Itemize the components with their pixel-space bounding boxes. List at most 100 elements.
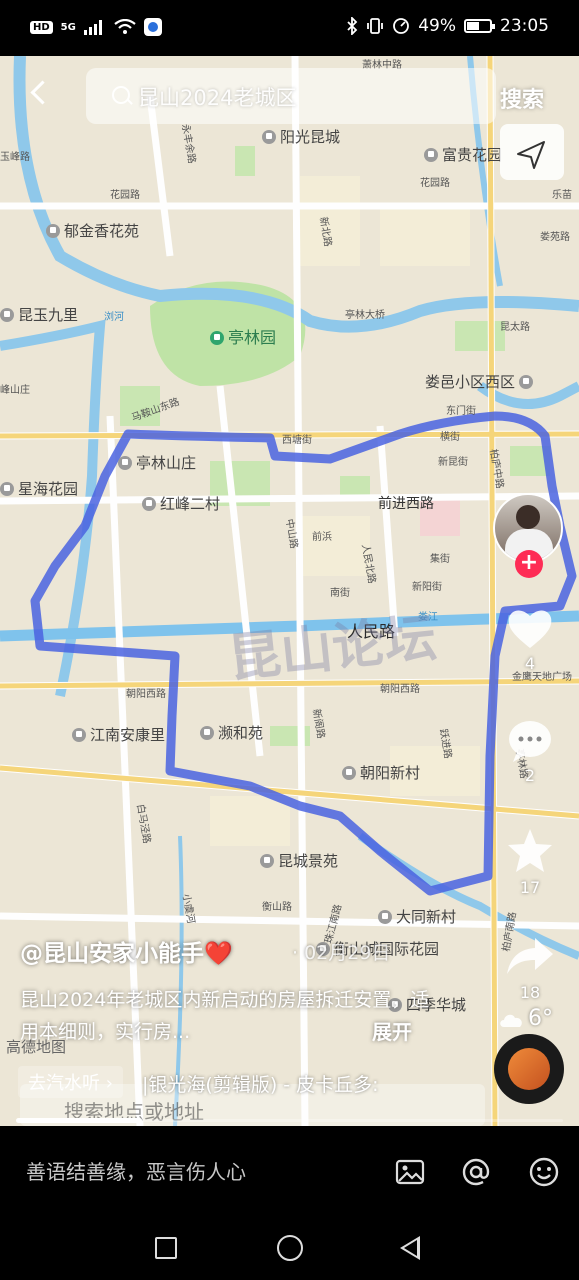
post-date: · 02月29日	[292, 942, 391, 964]
at-icon[interactable]	[460, 1156, 492, 1188]
map-label: 昆城景苑	[260, 850, 338, 871]
poi-icon	[262, 130, 276, 144]
poi-icon	[118, 456, 132, 470]
map-label: 红峰二村	[142, 493, 220, 514]
map-label: 阳光昆城	[262, 126, 340, 147]
music-disc[interactable]	[494, 1034, 564, 1104]
share-count: 18	[519, 983, 541, 1002]
follow-button[interactable]: +	[515, 550, 543, 578]
music-open-chip[interactable]: 去汽水听 ›	[18, 1066, 123, 1098]
status-left: HD 5G	[30, 18, 162, 36]
speed-icon	[393, 18, 410, 34]
poi-icon	[200, 726, 214, 740]
map-label: 娄邑小区西区	[425, 371, 537, 392]
map-label: 亭林山庄	[118, 452, 196, 473]
poi-icon	[142, 497, 156, 511]
map-label: 新昆街	[438, 457, 468, 468]
video-player[interactable]: 萧林中路 阳光昆城 富贵花园 永丰余路 花园路 花园路 新北路 郁金香花苑 乐苗…	[0, 56, 579, 1126]
hd-badge: HD	[30, 20, 53, 34]
map-label: 浏河	[104, 312, 124, 323]
status-bar: HD 5G 49% 23:05	[0, 0, 579, 56]
map-label: 昆太路	[500, 322, 530, 333]
poi-icon	[260, 854, 274, 868]
map-label: 亭林园	[210, 324, 276, 348]
map-label: 西塘街	[282, 435, 312, 446]
favorite-count: 17	[519, 878, 541, 897]
status-right: 49% 23:05	[346, 16, 549, 36]
app-notification-icon	[143, 18, 162, 36]
search-button[interactable]: 搜索	[500, 82, 544, 114]
map-label: 江南安康里	[72, 724, 165, 745]
map-label: 横街	[440, 432, 460, 443]
map-label: 花园路	[420, 178, 450, 189]
poi-icon	[519, 375, 534, 389]
map-label: 峰山庄	[0, 385, 30, 396]
author-name[interactable]: @昆山安家小能手❤️	[20, 934, 233, 968]
map-label: 朝阳西路	[126, 689, 166, 700]
map-label: 濒和苑	[200, 722, 263, 743]
wifi-icon	[114, 19, 136, 34]
bluetooth-icon	[347, 17, 358, 35]
clock: 23:05	[500, 16, 549, 36]
star-icon[interactable]	[505, 826, 555, 876]
comment-icon[interactable]	[505, 718, 555, 764]
comment-count: 2	[524, 766, 536, 785]
search-icon	[112, 86, 130, 104]
like-count: 4	[524, 654, 536, 673]
cloud-icon	[500, 1014, 522, 1027]
home-button[interactable]	[277, 1235, 303, 1261]
network-indicator: 5G	[60, 21, 76, 33]
map-label: 昆玉九里	[0, 304, 78, 325]
battery-percent: 49%	[418, 16, 456, 36]
weather-widget: 6°	[498, 1006, 553, 1031]
poi-icon	[72, 728, 86, 742]
map-label: 星海花园	[0, 478, 78, 499]
map-label: 富贵花园	[424, 144, 502, 165]
map-label: 前进西路	[378, 495, 434, 511]
recents-button[interactable]	[155, 1237, 177, 1259]
comment-button[interactable]	[505, 718, 555, 768]
poi-icon	[342, 766, 356, 780]
music-title[interactable]: |银光海(剪辑版) - 皮卡丘多:	[142, 1070, 379, 1097]
map-label: 新阳街	[412, 582, 442, 593]
map-label: 娄苑路	[540, 232, 570, 243]
poi-icon	[46, 224, 60, 238]
map-label: 集街	[430, 554, 450, 565]
emoji-icon[interactable]	[528, 1156, 560, 1188]
map-tool-panel[interactable]	[500, 124, 564, 180]
signal-icon	[83, 20, 102, 35]
map-label: 衡山路	[262, 902, 292, 913]
map-label: 南街	[330, 588, 350, 599]
heart-emoji: ❤️	[204, 941, 233, 967]
share-button[interactable]	[505, 930, 555, 984]
park-icon	[210, 331, 224, 345]
poi-icon	[378, 910, 392, 924]
map-label: 亭林大桥	[345, 310, 385, 321]
map-label: 前浜	[312, 532, 332, 543]
favorite-button[interactable]	[505, 826, 555, 880]
battery-icon	[464, 19, 495, 33]
weather-temperature: 6°	[528, 1006, 553, 1031]
map-label: 乐苗	[552, 190, 572, 201]
navigation-arrow-icon[interactable]	[500, 124, 564, 180]
search-query[interactable]: 昆山2024老城区	[138, 82, 296, 112]
image-icon[interactable]	[394, 1156, 426, 1188]
expand-button[interactable]: 展开	[372, 1016, 412, 1045]
map-label: 花园路	[110, 190, 140, 201]
poi-icon	[0, 482, 14, 496]
heart-icon[interactable]	[505, 606, 555, 652]
share-arrow-icon[interactable]	[505, 930, 555, 980]
map-label: 朝阳新村	[342, 762, 420, 783]
map-label: 玉峰路	[0, 152, 30, 163]
progress-fill	[16, 1118, 142, 1123]
back-triangle-icon[interactable]	[400, 1236, 420, 1260]
poi-icon	[0, 308, 14, 322]
comment-input[interactable]: 善语结善缘，恶言伤人心	[26, 1156, 246, 1185]
map-label: 郁金香花苑	[46, 220, 139, 241]
poi-icon	[424, 148, 438, 162]
map-label: 朝阳西路	[380, 684, 420, 695]
map-label: 东门街	[446, 406, 476, 417]
vibrate-icon	[367, 18, 384, 34]
map-label: 大同新村	[378, 906, 456, 927]
like-button[interactable]	[505, 606, 555, 656]
